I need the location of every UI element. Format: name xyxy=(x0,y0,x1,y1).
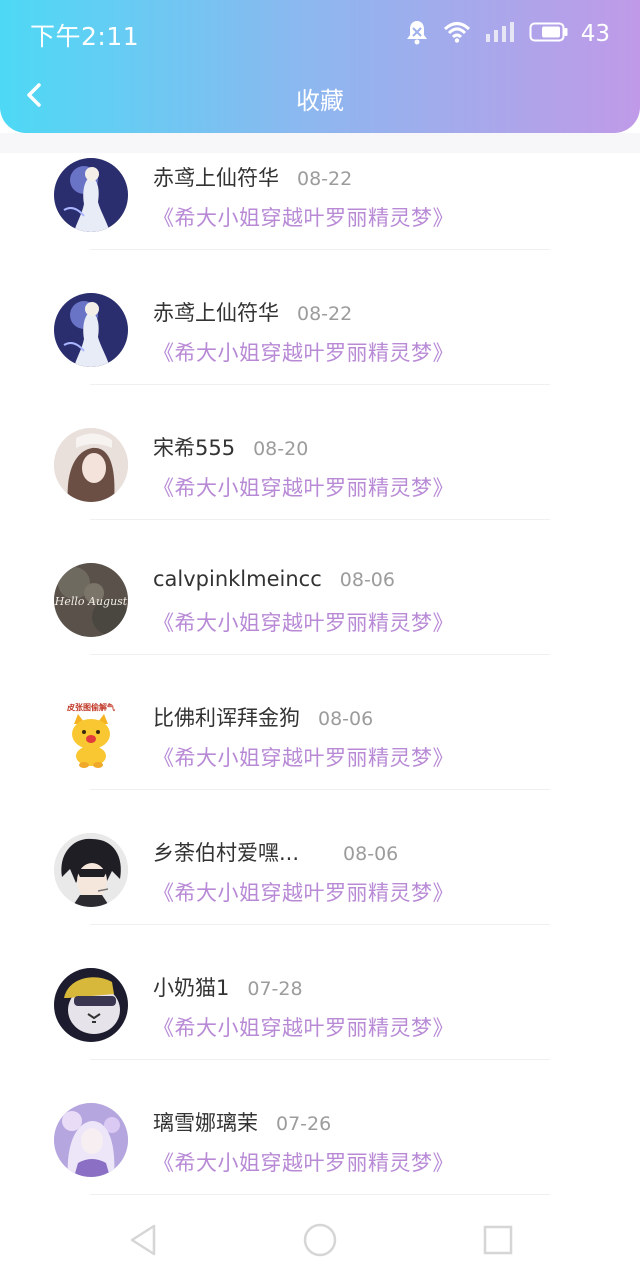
avatar: 皮张图偷解气 xyxy=(54,698,128,772)
divider xyxy=(90,249,550,250)
book-title[interactable]: 《希大小姐穿越叶罗丽精灵梦》 xyxy=(153,1012,454,1042)
favorite-date: 08-06 xyxy=(343,843,399,865)
avatar-script: Hello August xyxy=(54,595,128,608)
signal-icon xyxy=(485,22,515,46)
favorite-date: 07-26 xyxy=(276,1113,332,1135)
favorite-date: 08-22 xyxy=(297,303,353,325)
user-name: calvpinklmeincc xyxy=(153,567,322,591)
avatar: Hello August xyxy=(54,563,128,637)
user-name-line: 赤鸢上仙符华 08-22 xyxy=(153,162,352,192)
book-title[interactable]: 《希大小姐穿越叶罗丽精灵梦》 xyxy=(153,607,454,637)
user-name: 宋希555 xyxy=(153,436,236,460)
avatar xyxy=(54,158,128,232)
book-title[interactable]: 《希大小姐穿越叶罗丽精灵梦》 xyxy=(153,877,454,907)
favorites-list: 赤鸢上仙符华 08-22 《希大小姐穿越叶罗丽精灵梦》 赤鸢上仙符华 08-22 《… xyxy=(0,140,640,1220)
favorite-date: 08-20 xyxy=(253,438,309,460)
avatar xyxy=(54,1103,128,1177)
book-title[interactable]: 《希大小姐穿越叶罗丽精灵梦》 xyxy=(153,742,454,772)
user-name-line: 赤鸢上仙符华 08-22 xyxy=(153,297,352,327)
nav-home-button[interactable] xyxy=(300,1220,340,1260)
list-item[interactable]: 宋希555 08-20 《希大小姐穿越叶罗丽精灵梦》 xyxy=(0,410,640,545)
app-header: 下午2:11 43 收藏 xyxy=(0,0,640,133)
user-name: 乡荼伯村爱嘿... xyxy=(153,841,300,865)
favorite-date: 08-22 xyxy=(297,168,353,190)
divider xyxy=(90,924,550,925)
status-time: 下午2:11 xyxy=(30,22,140,51)
avatar xyxy=(54,968,128,1042)
nav-back-button[interactable] xyxy=(124,1220,164,1260)
status-bar: 下午2:11 43 xyxy=(0,0,640,66)
battery-level: 43 xyxy=(580,21,610,47)
nav-bar: 收藏 xyxy=(0,66,640,128)
divider xyxy=(90,384,550,385)
divider xyxy=(90,789,550,790)
nav-recent-button[interactable] xyxy=(478,1220,518,1260)
user-name: 赤鸢上仙符华 xyxy=(153,166,279,190)
alarm-mute-icon xyxy=(405,19,429,49)
list-item[interactable]: 赤鸢上仙符华 08-22 《希大小姐穿越叶罗丽精灵梦》 xyxy=(0,140,640,275)
list-item[interactable]: 乡荼伯村爱嘿... 08-06 《希大小姐穿越叶罗丽精灵梦》 xyxy=(0,815,640,950)
page-title: 收藏 xyxy=(296,87,344,115)
avatar xyxy=(54,428,128,502)
book-title[interactable]: 《希大小姐穿越叶罗丽精灵梦》 xyxy=(153,337,454,367)
system-navigation-bar xyxy=(0,1200,640,1280)
favorite-date: 07-28 xyxy=(247,978,303,1000)
triangle-back-icon xyxy=(130,1224,156,1256)
square-recent-icon xyxy=(483,1225,513,1255)
user-name-line: 宋希555 08-20 xyxy=(153,432,308,462)
avatar xyxy=(54,293,128,367)
user-name-line: calvpinklmeincc 08-06 xyxy=(153,567,395,591)
divider xyxy=(90,1194,550,1195)
book-title[interactable]: 《希大小姐穿越叶罗丽精灵梦》 xyxy=(153,1147,454,1177)
user-name: 比佛利诨拜金狗 xyxy=(153,706,300,730)
avatar-badge-text: 皮张图偷解气 xyxy=(66,702,115,712)
user-name-line: 乡荼伯村爱嘿... 08-06 xyxy=(153,837,398,867)
list-item[interactable]: 赤鸢上仙符华 08-22 《希大小姐穿越叶罗丽精灵梦》 xyxy=(0,275,640,410)
user-name: 小奶猫1 xyxy=(153,976,230,1000)
header-shadow-strip xyxy=(0,133,640,153)
divider xyxy=(90,519,550,520)
user-name: 璃雪娜璃茉 xyxy=(153,1111,258,1135)
avatar xyxy=(54,833,128,907)
battery-icon xyxy=(529,22,569,46)
favorite-date: 08-06 xyxy=(339,569,395,591)
user-name-line: 小奶猫1 07-28 xyxy=(153,972,303,1002)
divider xyxy=(90,654,550,655)
list-item[interactable]: 小奶猫1 07-28 《希大小姐穿越叶罗丽精灵梦》 xyxy=(0,950,640,1085)
favorite-date: 08-06 xyxy=(318,708,374,730)
user-name-line: 璃雪娜璃茉 07-26 xyxy=(153,1107,331,1137)
circle-home-icon xyxy=(303,1223,337,1257)
divider xyxy=(90,1059,550,1060)
list-item[interactable]: 皮张图偷解气 比佛利诨拜金狗 08-06 《希大小姐穿越叶罗丽精灵梦》 xyxy=(0,680,640,815)
user-name: 赤鸢上仙符华 xyxy=(153,301,279,325)
user-name-line: 比佛利诨拜金狗 08-06 xyxy=(153,702,373,732)
list-item[interactable]: Hello August calvpinklmeincc 08-06 《希大小姐穿… xyxy=(0,545,640,680)
status-icons: 43 xyxy=(405,20,610,48)
book-title[interactable]: 《希大小姐穿越叶罗丽精灵梦》 xyxy=(153,472,454,502)
book-title[interactable]: 《希大小姐穿越叶罗丽精灵梦》 xyxy=(153,202,454,232)
wifi-icon xyxy=(443,21,471,47)
